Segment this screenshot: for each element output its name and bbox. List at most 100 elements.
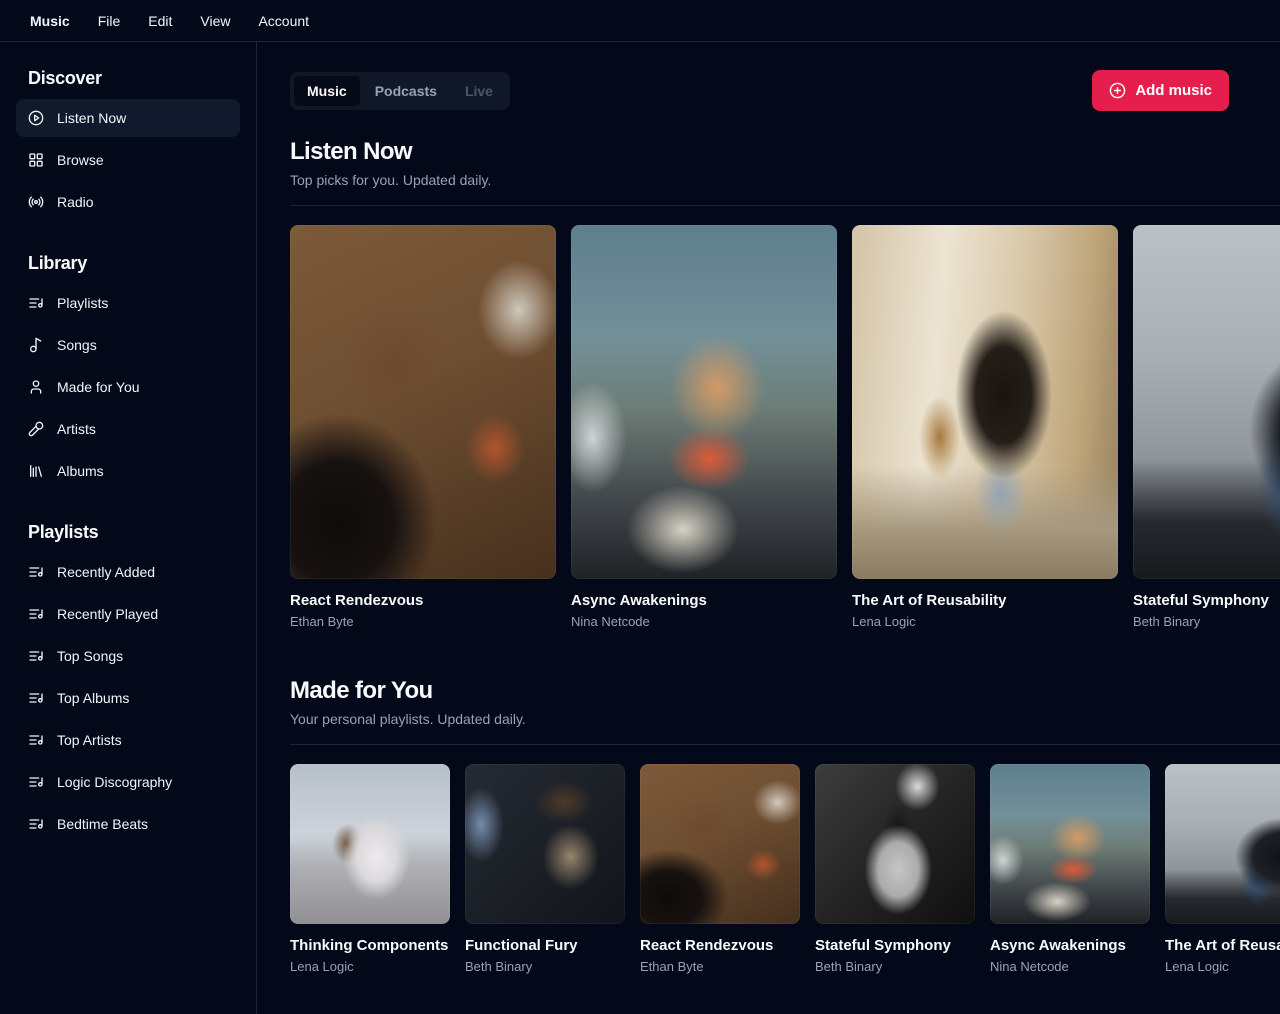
music-note-icon	[28, 337, 44, 353]
radio-icon	[28, 194, 44, 210]
sidebar-item-label: Top Albums	[57, 690, 129, 706]
album-title: Functional Fury	[465, 937, 625, 954]
sidebar-section-discover: DiscoverListen NowBrowseRadio	[16, 68, 240, 221]
album-cover-thinking-components[interactable]	[290, 764, 450, 924]
plus-circle-icon	[1109, 82, 1126, 99]
sidebar: DiscoverListen NowBrowseRadioLibraryPlay…	[0, 42, 257, 1014]
listen-now-subtitle: Top picks for you. Updated daily.	[290, 172, 1280, 188]
menu-item-file[interactable]: File	[85, 8, 134, 34]
list-music-icon	[28, 606, 44, 622]
sidebar-item-listen-now[interactable]: Listen Now	[16, 99, 240, 137]
sidebar-item-top-songs[interactable]: Top Songs	[16, 637, 240, 675]
sidebar-item-top-artists[interactable]: Top Artists	[16, 721, 240, 759]
list-music-icon	[28, 774, 44, 790]
sidebar-item-label: Recently Added	[57, 564, 155, 580]
sidebar-item-label: Radio	[57, 194, 94, 210]
sidebar-item-label: Listen Now	[57, 110, 126, 126]
sidebar-item-bedtime-beats[interactable]: Bedtime Beats	[16, 805, 240, 843]
album-cover-react-rendezvous[interactable]	[640, 764, 800, 924]
album-title: Thinking Components	[290, 937, 450, 954]
sidebar-item-label: Made for You	[57, 379, 140, 395]
album-title: Async Awakenings	[571, 592, 837, 609]
list-music-icon	[28, 648, 44, 664]
album-artist: Nina Netcode	[571, 614, 837, 629]
content-tabs: MusicPodcastsLive	[290, 72, 510, 110]
sidebar-item-label: Bedtime Beats	[57, 816, 148, 832]
album-title: The Art of Reusability	[852, 592, 1118, 609]
menu-item-music[interactable]: Music	[17, 8, 83, 34]
list-music-icon	[28, 295, 44, 311]
album-cover-async-awakenings[interactable]	[990, 764, 1150, 924]
separator	[290, 205, 1280, 206]
sidebar-item-logic-discography[interactable]: Logic Discography	[16, 763, 240, 801]
sidebar-item-artists[interactable]: Artists	[16, 410, 240, 448]
tab-live: Live	[452, 76, 506, 106]
sidebar-item-made-for-you[interactable]: Made for You	[16, 368, 240, 406]
album-title: Stateful Symphony	[1133, 592, 1280, 609]
menu-item-account[interactable]: Account	[245, 8, 322, 34]
sidebar-item-label: Recently Played	[57, 606, 158, 622]
album-artist: Lena Logic	[1165, 959, 1280, 974]
user-icon	[28, 379, 44, 395]
made-for-you-album-row: Thinking ComponentsLena LogicFunctional …	[290, 764, 1280, 974]
listen-now-album-row: React Rendezvous Ethan Byte Async Awakenin…	[290, 225, 1280, 629]
album-cover-stateful-symphony[interactable]	[1133, 225, 1280, 579]
sidebar-section-library: Library Playlists Songs Made for You Artists…	[16, 253, 240, 490]
sidebar-item-label: Browse	[57, 152, 104, 168]
album-cover-react-rendezvous[interactable]	[290, 225, 556, 579]
sidebar-item-recently-played[interactable]: Recently Played	[16, 595, 240, 633]
album-card-react-rendezvous: React Rendezvous Ethan Byte	[290, 225, 556, 629]
album-title: Stateful Symphony	[815, 937, 975, 954]
sidebar-section-title: Library	[16, 253, 240, 274]
library-icon	[28, 463, 44, 479]
music-app-window: MusicFileEditViewAccount DiscoverListen …	[0, 0, 1280, 1014]
tab-music[interactable]: Music	[294, 76, 360, 106]
topbar: MusicPodcastsLive Add music	[290, 70, 1280, 111]
album-cover-art-of-reusability[interactable]	[852, 225, 1118, 579]
album-cover-functional-fury[interactable]	[465, 764, 625, 924]
album-card-stateful-symphony: Stateful Symphony Beth Binary	[815, 764, 975, 974]
main-content: MusicPodcastsLive Add music Listen Now T…	[257, 42, 1280, 1014]
play-circle-icon	[28, 110, 44, 126]
sidebar-item-top-albums[interactable]: Top Albums	[16, 679, 240, 717]
sidebar-item-songs[interactable]: Songs	[16, 326, 240, 364]
album-cover-stateful-symphony-bw[interactable]	[815, 764, 975, 924]
list-music-icon	[28, 564, 44, 580]
album-card-the-art-of-reusability: The Art of Reusability Lena Logic	[852, 225, 1118, 629]
menu-item-edit[interactable]: Edit	[135, 8, 185, 34]
sidebar-item-recently-added[interactable]: Recently Added	[16, 553, 240, 591]
add-music-button[interactable]: Add music	[1092, 70, 1229, 111]
sidebar-item-browse[interactable]: Browse	[16, 141, 240, 179]
made-for-you-subtitle: Your personal playlists. Updated daily.	[290, 711, 1280, 727]
album-title: Async Awakenings	[990, 937, 1150, 954]
listen-now-section: Listen Now Top picks for you. Updated da…	[290, 138, 1280, 629]
separator	[290, 744, 1280, 745]
album-artist: Beth Binary	[815, 959, 975, 974]
sidebar-item-playlists[interactable]: Playlists	[16, 284, 240, 322]
album-card-stateful-symphony: Stateful Symphony Beth Binary	[1133, 225, 1280, 629]
album-title: React Rendezvous	[290, 592, 556, 609]
sidebar-section-title: Playlists	[16, 522, 240, 543]
sidebar-item-radio[interactable]: Radio	[16, 183, 240, 221]
album-card-async-awakenings: Async Awakenings Nina Netcode	[990, 764, 1150, 974]
sidebar-item-label: Albums	[57, 463, 104, 479]
list-music-icon	[28, 690, 44, 706]
album-artist: Ethan Byte	[290, 614, 556, 629]
tab-podcasts[interactable]: Podcasts	[362, 76, 450, 106]
album-card-react-rendezvous: React RendezvousEthan Byte	[640, 764, 800, 974]
sidebar-item-albums[interactable]: Albums	[16, 452, 240, 490]
made-for-you-title: Made for You	[290, 677, 1280, 705]
album-cover-async-awakenings[interactable]	[571, 225, 837, 579]
add-music-label: Add music	[1135, 82, 1212, 99]
album-cover-stateful-symphony[interactable]	[1165, 764, 1280, 924]
album-artist: Beth Binary	[1133, 614, 1280, 629]
album-artist: Nina Netcode	[990, 959, 1150, 974]
menu-item-view[interactable]: View	[187, 8, 243, 34]
made-for-you-section: Made for You Your personal playlists. Up…	[290, 677, 1280, 974]
list-music-icon	[28, 732, 44, 748]
album-card-thinking-components: Thinking ComponentsLena Logic	[290, 764, 450, 974]
album-artist: Lena Logic	[852, 614, 1118, 629]
sidebar-item-label: Top Artists	[57, 732, 122, 748]
grid-icon	[28, 152, 44, 168]
album-artist: Ethan Byte	[640, 959, 800, 974]
